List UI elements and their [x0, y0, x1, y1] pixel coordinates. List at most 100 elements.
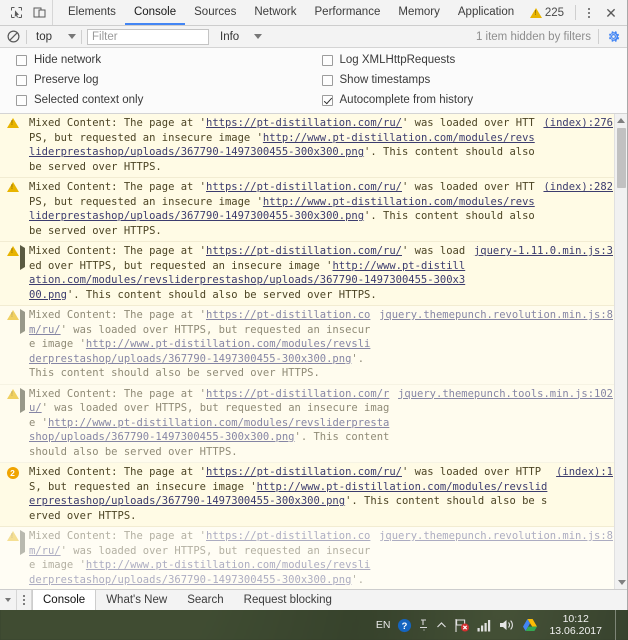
tab-memory[interactable]: Memory [389, 0, 449, 25]
message-expand-arrow [20, 180, 29, 184]
tab-console[interactable]: Console [125, 0, 185, 25]
gear-icon[interactable] [606, 29, 622, 45]
chevron-down-icon [68, 34, 76, 39]
triangle-right-icon[interactable] [20, 245, 25, 270]
message-text: Mixed Content: The page at 'https://pt-d… [29, 387, 392, 460]
inspect-element-icon[interactable] [8, 4, 25, 21]
chevron-down-icon-drawer [5, 598, 11, 602]
warning-triangle-icon [5, 529, 20, 541]
drawer-tab-search[interactable]: Search [177, 590, 233, 610]
tab-elements[interactable]: Elements [59, 0, 125, 25]
checkbox-preserve-log[interactable]: Preserve log [16, 74, 314, 86]
clock-time: 10:12 [563, 613, 589, 625]
checkbox-show-timestamps[interactable]: Show timestamps [322, 74, 628, 86]
drawer-menu-icon[interactable] [16, 590, 32, 610]
console-message[interactable]: Mixed Content: The page at 'https://pt-d… [0, 385, 627, 464]
console-message[interactable]: Mixed Content: The page at 'https://pt-d… [0, 527, 627, 589]
message-expand-arrow[interactable] [20, 387, 29, 410]
message-source-link[interactable]: (index):1 [550, 465, 613, 480]
checkbox-log-xmlhttprequests[interactable]: Log XMLHttpRequests [322, 54, 628, 66]
toolbar-separator-2 [81, 30, 82, 44]
checkbox-box-selected-context-only[interactable] [16, 95, 27, 106]
message-source-link[interactable]: jquery-1.11.0.min.js:3 [468, 244, 613, 259]
kebab-menu-icon[interactable] [580, 8, 598, 18]
network-flag-error-icon[interactable] [454, 618, 470, 633]
signal-bars-icon[interactable] [477, 619, 492, 632]
checkbox-box-log-xmlhttprequests[interactable] [322, 55, 333, 66]
triangle-right-icon[interactable] [20, 309, 25, 334]
volume-icon[interactable] [499, 618, 515, 632]
checkbox-label-hide-network: Hide network [34, 54, 101, 66]
tab-sources[interactable]: Sources [185, 0, 245, 25]
show-hidden-icons-icon[interactable] [436, 620, 447, 631]
show-desktop-button[interactable] [615, 610, 622, 640]
checkbox-box-autocomplete-from-history[interactable] [322, 95, 333, 106]
toolbar-divider-2 [598, 29, 599, 44]
checkbox-box-preserve-log[interactable] [16, 75, 27, 86]
warning-count-label: 225 [545, 7, 564, 19]
message-text: Mixed Content: The page at 'https://pt-d… [29, 180, 537, 238]
language-indicator[interactable]: EN [376, 619, 391, 631]
close-icon[interactable]: ✕ [600, 0, 622, 26]
device-toolbar-icon[interactable] [31, 4, 48, 21]
scrollbar-thumb[interactable] [617, 128, 626, 188]
message-text: Mixed Content: The page at 'https://pt-d… [29, 308, 373, 381]
settings-column-left: Hide network Preserve log Selected conte… [0, 54, 314, 106]
triangle-right-icon[interactable] [20, 530, 25, 555]
console-scrollbar[interactable] [614, 114, 627, 589]
message-source-link[interactable]: jquery.themepunch.revolution.min.js:8 [373, 529, 613, 544]
devtools-toolbar-right: 225 ✕ [528, 0, 627, 25]
hidden-items-label: 1 item hidden by filters [476, 31, 591, 43]
tab-performance[interactable]: Performance [306, 0, 390, 25]
scroll-down-arrow[interactable] [615, 576, 627, 589]
toolbar-divider [575, 5, 576, 20]
tab-network[interactable]: Network [245, 0, 305, 25]
filter-input[interactable] [87, 29, 209, 45]
message-source-link[interactable]: (index):276 [537, 116, 613, 131]
scroll-up-arrow[interactable] [615, 114, 627, 127]
svg-text:?: ? [402, 620, 408, 630]
tab-application[interactable]: Application [449, 0, 523, 25]
console-message[interactable]: 2Mixed Content: The page at 'https://pt-… [0, 463, 627, 527]
log-level-value: Info [220, 31, 239, 43]
drawer-tab-console[interactable]: Console [32, 590, 96, 610]
console-message[interactable]: Mixed Content: The page at 'https://pt-d… [0, 306, 627, 385]
checkbox-box-show-timestamps[interactable] [322, 75, 333, 86]
message-expand-arrow[interactable] [20, 529, 29, 552]
checkbox-box-hide-network[interactable] [16, 55, 27, 66]
triangle-right-icon[interactable] [20, 388, 25, 413]
console-message[interactable]: Mixed Content: The page at 'https://pt-d… [0, 178, 627, 242]
chevron-down-icon-level [254, 34, 262, 39]
message-source-link[interactable]: jquery.themepunch.revolution.min.js:8 [373, 308, 613, 323]
warning-triangle-glyph [7, 310, 19, 320]
message-source-link[interactable]: (index):282 [537, 180, 613, 195]
warning-count-button[interactable]: 225 [528, 7, 571, 19]
checkbox-hide-network[interactable]: Hide network [16, 54, 314, 66]
devtools-tabbar: Elements Console Sources Network Perform… [0, 0, 627, 26]
taskbar-clock[interactable]: 10:12 13.06.2017 [545, 613, 608, 637]
drawer-tab-request-blocking[interactable]: Request blocking [234, 590, 342, 610]
checkbox-selected-context-only[interactable]: Selected context only [16, 94, 314, 106]
warning-triangle-glyph [7, 531, 19, 541]
console-message[interactable]: Mixed Content: The page at 'https://pt-d… [0, 242, 627, 306]
warning-triangle-glyph [7, 182, 19, 192]
drawer-collapse-icon[interactable] [0, 590, 16, 610]
message-text: Mixed Content: The page at 'https://pt-d… [29, 465, 550, 523]
action-center-icon[interactable] [419, 618, 429, 632]
execution-context-select[interactable]: top [32, 31, 76, 43]
message-expand-arrow[interactable] [20, 244, 29, 267]
google-drive-icon[interactable] [522, 618, 538, 632]
help-question-icon[interactable]: ? [397, 618, 412, 633]
checkbox-autocomplete-from-history[interactable]: Autocomplete from history [322, 94, 628, 106]
drawer-tab-whats-new[interactable]: What's New [96, 590, 177, 610]
clear-console-icon[interactable] [6, 29, 21, 44]
warning-triangle-icon [5, 116, 20, 128]
toolbar-separator [26, 30, 27, 44]
warning-triangle-icon [5, 308, 20, 320]
console-message-list[interactable]: Mixed Content: The page at 'https://pt-d… [0, 114, 627, 589]
devtools-window: Elements Console Sources Network Perform… [0, 0, 628, 610]
console-message[interactable]: Mixed Content: The page at 'https://pt-d… [0, 114, 627, 178]
message-expand-arrow[interactable] [20, 308, 29, 331]
message-source-link[interactable]: jquery.themepunch.tools.min.js:102 [392, 387, 613, 402]
log-level-select[interactable]: Info [214, 31, 262, 43]
